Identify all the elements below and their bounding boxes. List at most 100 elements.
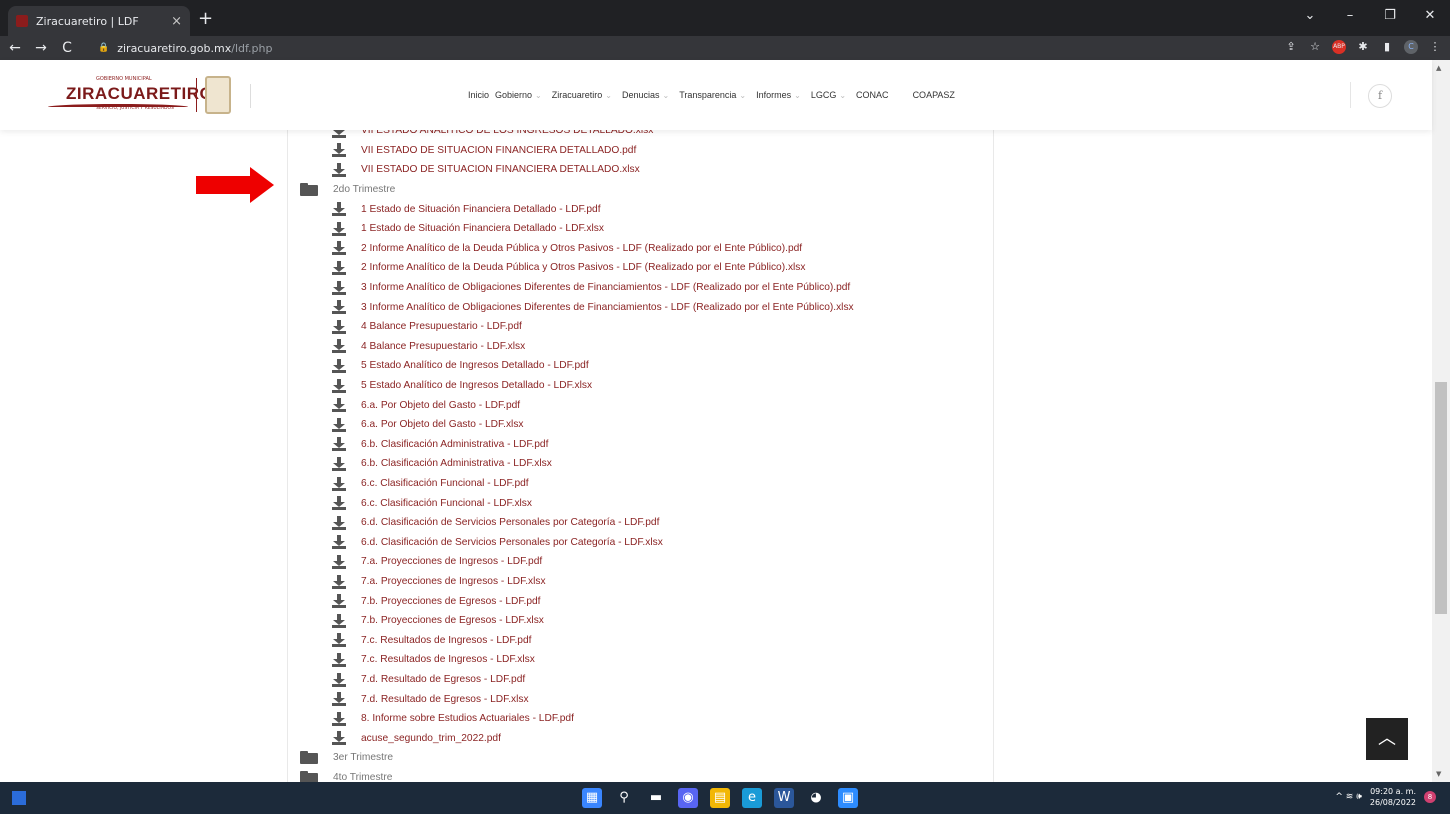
download-icon bbox=[332, 652, 346, 667]
file-link[interactable]: VII ESTADO ANALITICO DE LOS INGRESOS DET… bbox=[332, 130, 653, 141]
profile-avatar[interactable]: C bbox=[1404, 40, 1418, 54]
file-link[interactable]: 2 Informe Analítico de la Deuda Pública … bbox=[332, 239, 802, 259]
file-link[interactable]: 7.d. Resultado de Egresos - LDF.pdf bbox=[332, 670, 525, 690]
sidepanel-icon[interactable]: ▮ bbox=[1380, 40, 1394, 54]
file-link[interactable]: 6.c. Clasificación Funcional - LDF.xlsx bbox=[332, 493, 532, 513]
scroll-thumb[interactable] bbox=[1435, 382, 1447, 614]
file-link[interactable]: 4 Balance Presupuestario - LDF.xlsx bbox=[332, 337, 525, 357]
chrome-icon[interactable]: ◕ bbox=[806, 788, 826, 808]
bookmark-star-icon[interactable]: ☆ bbox=[1308, 40, 1322, 54]
file-link[interactable]: 2 Informe Analítico de la Deuda Pública … bbox=[332, 258, 806, 278]
nav-item-lgcg[interactable]: LGCG ⌄ bbox=[811, 90, 850, 100]
file-link[interactable]: 7.b. Proyecciones de Egresos - LDF.pdf bbox=[332, 591, 541, 611]
file-link[interactable]: 7.c. Resultados de Ingresos - LDF.xlsx bbox=[332, 650, 535, 670]
word-icon[interactable]: W bbox=[774, 788, 794, 808]
start-icon[interactable]: ▦ bbox=[582, 788, 602, 808]
file-link[interactable]: 6.d. Clasificación de Servicios Personal… bbox=[332, 533, 663, 553]
nav-item-inicio[interactable]: Inicio bbox=[468, 90, 489, 100]
search-icon[interactable]: ⚲ bbox=[614, 788, 634, 808]
download-icon bbox=[332, 260, 346, 275]
file-link[interactable]: 4 Balance Presupuestario - LDF.pdf bbox=[332, 317, 522, 337]
adblock-icon[interactable]: ABP bbox=[1332, 40, 1346, 54]
file-link[interactable]: 6.b. Clasificación Administrativa - LDF.… bbox=[332, 435, 548, 455]
file-label: 2 Informe Analítico de la Deuda Pública … bbox=[361, 242, 803, 254]
back-to-top-button[interactable]: ︿ bbox=[1366, 718, 1408, 760]
file-label: 7.b. Proyecciones de Egresos - LDF.xlsx bbox=[361, 615, 544, 627]
notification-badge[interactable]: 8 bbox=[1424, 791, 1436, 803]
system-tray: ^ ≋ 🕪 09:20 a. m. 26/08/2022 8 bbox=[1335, 786, 1436, 808]
clock[interactable]: 09:20 a. m. 26/08/2022 bbox=[1370, 786, 1416, 808]
file-link[interactable]: 3 Informe Analítico de Obligaciones Dife… bbox=[332, 278, 850, 298]
page-scrollbar[interactable]: ▲ ▼ bbox=[1432, 60, 1450, 782]
file-link[interactable]: 6.c. Clasificación Funcional - LDF.pdf bbox=[332, 474, 529, 494]
menu-kebab-icon[interactable]: ⋮ bbox=[1428, 40, 1442, 54]
new-tab-button[interactable]: + bbox=[198, 8, 213, 29]
url-field[interactable]: 🔒 ziracuaretiro.gob.mx /ldf.php bbox=[98, 42, 272, 55]
nav-item-coapasz[interactable]: COAPASZ bbox=[913, 90, 955, 100]
browser-tab-bar: Ziracuaretiro | LDF × + ⌄ – ❐ ✕ bbox=[0, 0, 1450, 36]
task-view-icon[interactable]: ▬ bbox=[646, 788, 666, 808]
file-link[interactable]: 7.a. Proyecciones de Ingresos - LDF.xlsx bbox=[332, 572, 546, 592]
file-link[interactable]: 7.d. Resultado de Egresos - LDF.xlsx bbox=[332, 689, 529, 709]
nav-item-ziracuaretiro[interactable]: Ziracuaretiro ⌄ bbox=[552, 90, 616, 100]
tab-close-icon[interactable]: × bbox=[171, 14, 182, 29]
folder-item[interactable]: 4to Trimestre bbox=[300, 768, 392, 782]
back-button[interactable]: ← bbox=[4, 40, 26, 56]
folder-item[interactable]: 3er Trimestre bbox=[300, 748, 393, 768]
extensions-icon[interactable]: ✱ bbox=[1356, 40, 1370, 54]
download-icon bbox=[332, 672, 346, 687]
minimize-button[interactable]: – bbox=[1330, 8, 1370, 23]
scroll-up-icon[interactable]: ▲ bbox=[1436, 64, 1441, 72]
file-link[interactable]: 1 Estado de Situación Financiera Detalla… bbox=[332, 199, 601, 219]
widgets-icon[interactable] bbox=[12, 791, 26, 805]
file-explorer-icon[interactable]: ▤ bbox=[710, 788, 730, 808]
nav-item-informes[interactable]: Informes ⌄ bbox=[756, 90, 805, 100]
chat-icon[interactable]: ◉ bbox=[678, 788, 698, 808]
site-logo[interactable]: GOBIERNO MUNICIPAL ZIRACUARETIRO SERVICI… bbox=[48, 74, 213, 118]
file-link[interactable]: 6.a. Por Objeto del Gasto - LDF.pdf bbox=[332, 395, 520, 415]
file-link[interactable]: 6.d. Clasificación de Servicios Personal… bbox=[332, 513, 659, 533]
folder-icon bbox=[300, 183, 318, 197]
file-link[interactable]: 5 Estado Analítico de Ingresos Detallado… bbox=[332, 376, 592, 396]
file-label: 3 Informe Analítico de Obligaciones Dife… bbox=[361, 282, 851, 294]
forward-button[interactable]: → bbox=[30, 40, 52, 56]
nav-item-conac[interactable]: CONAC bbox=[856, 90, 889, 100]
folder-item[interactable]: 2do Trimestre bbox=[300, 180, 395, 200]
file-label: 7.a. Proyecciones de Ingresos - LDF.pdf bbox=[361, 556, 543, 568]
browser-tab[interactable]: Ziracuaretiro | LDF × bbox=[8, 6, 190, 36]
file-link[interactable]: acuse_segundo_trim_2022.pdf bbox=[332, 729, 501, 749]
scroll-down-icon[interactable]: ▼ bbox=[1436, 770, 1441, 778]
file-link[interactable]: VII ESTADO DE SITUACION FINANCIERA DETAL… bbox=[332, 141, 636, 161]
file-link[interactable]: 3 Informe Analítico de Obligaciones Dife… bbox=[332, 297, 854, 317]
nav-item-denucias[interactable]: Denucias ⌄ bbox=[622, 90, 673, 100]
file-link[interactable]: 8. Informe sobre Estudios Actuariales - … bbox=[332, 709, 574, 729]
file-link[interactable]: 5 Estado Analítico de Ingresos Detallado… bbox=[332, 356, 589, 376]
tab-search-icon[interactable]: ⌄ bbox=[1290, 8, 1330, 23]
nav-item-gobierno[interactable]: Gobierno ⌄ bbox=[495, 90, 546, 100]
file-link[interactable]: 6.a. Por Objeto del Gasto - LDF.xlsx bbox=[332, 415, 524, 435]
download-icon bbox=[332, 692, 346, 707]
share-icon[interactable]: ⇪ bbox=[1284, 40, 1298, 54]
download-icon bbox=[332, 476, 346, 491]
file-link[interactable]: 7.c. Resultados de Ingresos - LDF.pdf bbox=[332, 631, 531, 651]
file-link[interactable]: 6.b. Clasificación Administrativa - LDF.… bbox=[332, 454, 552, 474]
red-arrow-annotation bbox=[196, 167, 276, 203]
download-icon bbox=[332, 241, 346, 256]
file-link[interactable]: 1 Estado de Situación Financiera Detalla… bbox=[332, 219, 604, 239]
download-icon bbox=[332, 515, 346, 530]
file-link[interactable]: VII ESTADO DE SITUACION FINANCIERA DETAL… bbox=[332, 160, 640, 180]
close-window-button[interactable]: ✕ bbox=[1410, 8, 1450, 23]
chevron-down-icon: ⌄ bbox=[535, 90, 542, 100]
tray-icons[interactable]: ^ ≋ 🕪 bbox=[1335, 792, 1361, 802]
facebook-icon[interactable]: f bbox=[1368, 84, 1392, 108]
file-link[interactable]: 7.a. Proyecciones de Ingresos - LDF.pdf bbox=[332, 552, 542, 572]
file-label: 7.b. Proyecciones de Egresos - LDF.pdf bbox=[361, 595, 541, 607]
file-link[interactable]: 7.b. Proyecciones de Egresos - LDF.xlsx bbox=[332, 611, 544, 631]
edge-icon[interactable]: e bbox=[742, 788, 762, 808]
file-label: 5 Estado Analítico de Ingresos Detallado… bbox=[361, 360, 589, 372]
nav-item-transparencia[interactable]: Transparencia ⌄ bbox=[679, 90, 750, 100]
file-label: 6.a. Por Objeto del Gasto - LDF.xlsx bbox=[361, 419, 524, 431]
restore-button[interactable]: ❐ bbox=[1370, 8, 1410, 23]
zoom-icon[interactable]: ▣ bbox=[838, 788, 858, 808]
reload-button[interactable]: C bbox=[56, 40, 78, 56]
